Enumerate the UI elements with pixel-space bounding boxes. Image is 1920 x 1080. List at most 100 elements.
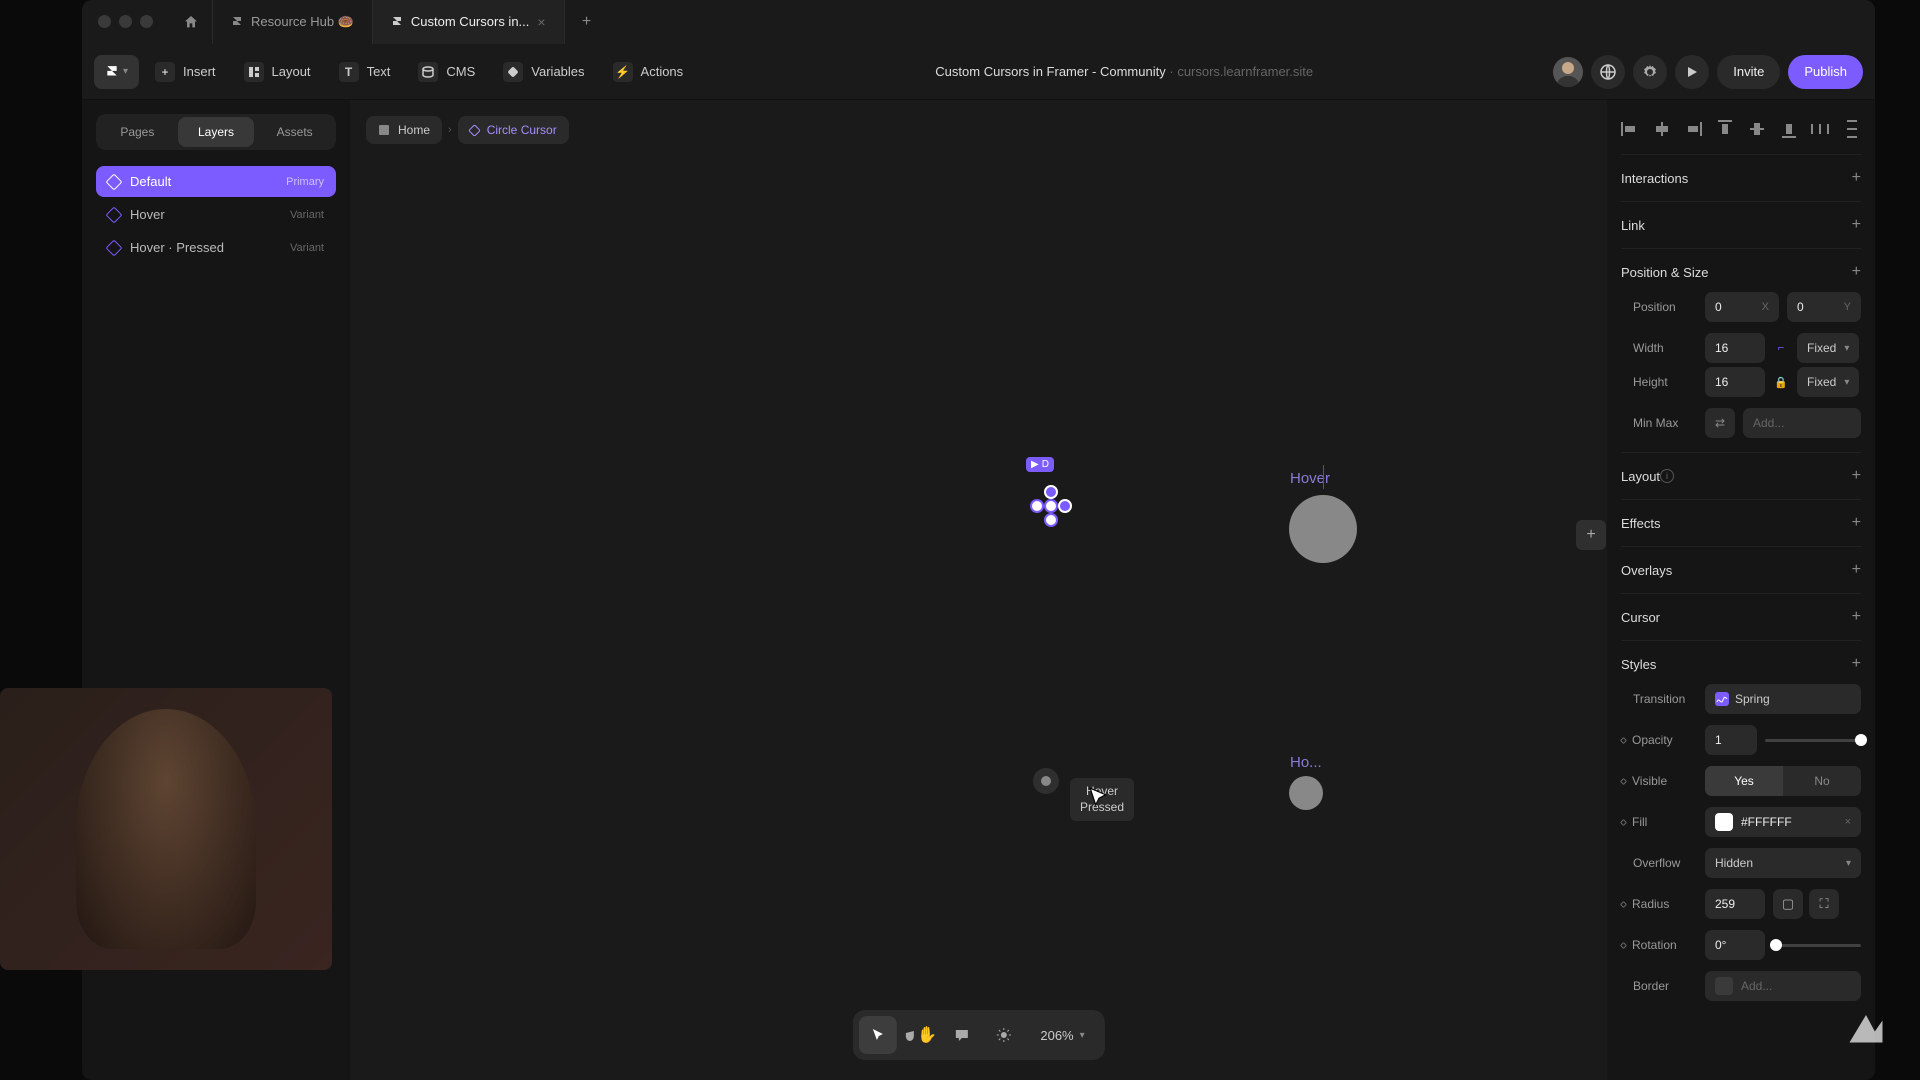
webcam-overlay bbox=[0, 688, 332, 970]
add-effects-button[interactable]: + bbox=[1852, 514, 1861, 532]
add-cursor-button[interactable]: + bbox=[1852, 608, 1861, 626]
component-icon bbox=[468, 124, 481, 137]
hover-variant-circle[interactable] bbox=[1289, 495, 1357, 563]
zoom-control[interactable]: 206%▾ bbox=[1026, 1028, 1098, 1043]
home-button[interactable] bbox=[169, 0, 213, 44]
small-preview-node[interactable] bbox=[1033, 768, 1059, 794]
select-tool[interactable] bbox=[858, 1016, 896, 1054]
transition-select[interactable]: Spring bbox=[1705, 684, 1861, 714]
add-layout-button[interactable]: + bbox=[1852, 467, 1861, 485]
height-input[interactable]: 16 bbox=[1705, 367, 1765, 397]
radius-uniform-button[interactable]: ▢ bbox=[1773, 889, 1803, 919]
align-top-icon[interactable] bbox=[1716, 120, 1734, 138]
publish-button[interactable]: Publish bbox=[1788, 55, 1863, 89]
cms-button[interactable]: CMS bbox=[406, 55, 487, 89]
border-input[interactable]: Add... bbox=[1705, 971, 1861, 1001]
gear-icon bbox=[1642, 64, 1658, 80]
hover-pressed-variant-label[interactable]: Ho... bbox=[1290, 754, 1322, 771]
user-avatar[interactable] bbox=[1553, 57, 1583, 87]
traffic-minimize[interactable] bbox=[119, 15, 132, 28]
play-icon bbox=[1686, 66, 1698, 78]
breadcrumb-home[interactable]: Home bbox=[366, 116, 442, 144]
fill-input[interactable]: #FFFFFF × bbox=[1705, 807, 1861, 837]
add-variant-button[interactable]: + bbox=[1576, 520, 1606, 550]
minmax-swap-button[interactable]: ⇄ bbox=[1705, 408, 1735, 438]
layer-badge: Variant bbox=[290, 209, 324, 221]
opacity-slider[interactable] bbox=[1765, 739, 1861, 742]
hand-icon bbox=[901, 1027, 917, 1043]
traffic-close[interactable] bbox=[98, 15, 111, 28]
tab-label: Resource Hub 🍩 bbox=[251, 14, 354, 30]
fill-swatch[interactable] bbox=[1715, 813, 1733, 831]
traffic-maximize[interactable] bbox=[140, 15, 153, 28]
add-link-button[interactable]: + bbox=[1852, 216, 1861, 234]
project-url: cursors.learnframer.site bbox=[1177, 64, 1313, 79]
visible-yes[interactable]: Yes bbox=[1705, 766, 1783, 796]
globe-icon bbox=[1600, 64, 1616, 80]
framer-icon bbox=[231, 16, 243, 28]
text-button[interactable]: TText bbox=[327, 55, 403, 89]
watermark-icon bbox=[1844, 1004, 1888, 1048]
play-button[interactable] bbox=[1675, 55, 1709, 89]
add-styles-button[interactable]: + bbox=[1852, 655, 1861, 673]
layer-hover[interactable]: Hover Variant bbox=[96, 199, 336, 230]
lock-wh-icon[interactable]: 🔒 bbox=[1773, 376, 1789, 389]
link-wh-icon[interactable]: ⌐ bbox=[1773, 342, 1789, 354]
globe-button[interactable] bbox=[1591, 55, 1625, 89]
align-left-icon[interactable] bbox=[1621, 120, 1639, 138]
tab-resource-hub[interactable]: Resource Hub 🍩 bbox=[213, 0, 373, 44]
comment-tool[interactable] bbox=[942, 1016, 980, 1054]
distribute-h-icon[interactable] bbox=[1811, 120, 1829, 138]
pages-tab[interactable]: Pages bbox=[99, 117, 176, 147]
position-label: Position bbox=[1621, 300, 1697, 314]
rotation-slider[interactable] bbox=[1773, 944, 1861, 947]
align-center-h-icon[interactable] bbox=[1653, 120, 1671, 138]
align-bottom-icon[interactable] bbox=[1780, 120, 1798, 138]
overlays-label: Overlays bbox=[1621, 563, 1672, 578]
breadcrumb-current[interactable]: Circle Cursor bbox=[458, 116, 569, 144]
opacity-input[interactable]: 1 bbox=[1705, 725, 1757, 755]
theme-toggle[interactable] bbox=[984, 1016, 1022, 1054]
link-label: Link bbox=[1621, 218, 1645, 233]
layer-hover-pressed[interactable]: Hover · Pressed Variant bbox=[96, 232, 336, 263]
distribute-v-icon[interactable] bbox=[1843, 120, 1861, 138]
width-input[interactable]: 16 bbox=[1705, 333, 1765, 363]
info-icon[interactable]: i bbox=[1660, 469, 1674, 483]
position-y-input[interactable]: 0Y bbox=[1787, 292, 1861, 322]
visible-no[interactable]: No bbox=[1783, 766, 1861, 796]
tab-close-icon[interactable]: × bbox=[537, 14, 545, 30]
hand-tool[interactable]: ✋ bbox=[900, 1016, 938, 1054]
layer-default[interactable]: Default Primary bbox=[96, 166, 336, 197]
radius-input[interactable]: 259 bbox=[1705, 889, 1765, 919]
variables-button[interactable]: Variables bbox=[491, 55, 596, 89]
hover-pressed-variant-circle[interactable] bbox=[1289, 776, 1323, 810]
assets-tab[interactable]: Assets bbox=[256, 117, 333, 147]
actions-button[interactable]: ⚡Actions bbox=[601, 55, 696, 89]
add-interaction-button[interactable]: + bbox=[1852, 169, 1861, 187]
align-center-v-icon[interactable] bbox=[1748, 120, 1766, 138]
clear-fill-button[interactable]: × bbox=[1845, 816, 1851, 828]
add-position-button[interactable]: + bbox=[1852, 263, 1861, 281]
height-mode-select[interactable]: Fixed▾ bbox=[1797, 367, 1859, 397]
rotation-input[interactable]: 0° bbox=[1705, 930, 1765, 960]
plus-icon: + bbox=[155, 62, 175, 82]
width-mode-select[interactable]: Fixed▾ bbox=[1797, 333, 1859, 363]
publish-label: Publish bbox=[1804, 64, 1847, 79]
add-overlays-button[interactable]: + bbox=[1852, 561, 1861, 579]
radius-individual-button[interactable]: ⛶ bbox=[1809, 889, 1839, 919]
settings-button[interactable] bbox=[1633, 55, 1667, 89]
position-x-input[interactable]: 0X bbox=[1705, 292, 1779, 322]
border-swatch[interactable] bbox=[1715, 977, 1733, 995]
main-menu-button[interactable]: ▾ bbox=[94, 55, 139, 89]
hover-variant-label[interactable]: Hover bbox=[1290, 470, 1330, 487]
invite-button[interactable]: Invite bbox=[1717, 55, 1780, 89]
minmax-input[interactable]: Add... bbox=[1743, 408, 1861, 438]
tab-custom-cursors[interactable]: Custom Cursors in... × bbox=[373, 0, 565, 44]
tab-add-button[interactable]: + bbox=[565, 0, 609, 44]
overflow-select[interactable]: Hidden▾ bbox=[1705, 848, 1861, 878]
layers-tab[interactable]: Layers bbox=[178, 117, 255, 147]
layout-button[interactable]: Layout bbox=[232, 55, 323, 89]
align-right-icon[interactable] bbox=[1684, 120, 1702, 138]
styles-label: Styles bbox=[1621, 657, 1656, 672]
insert-button[interactable]: +Insert bbox=[143, 55, 228, 89]
